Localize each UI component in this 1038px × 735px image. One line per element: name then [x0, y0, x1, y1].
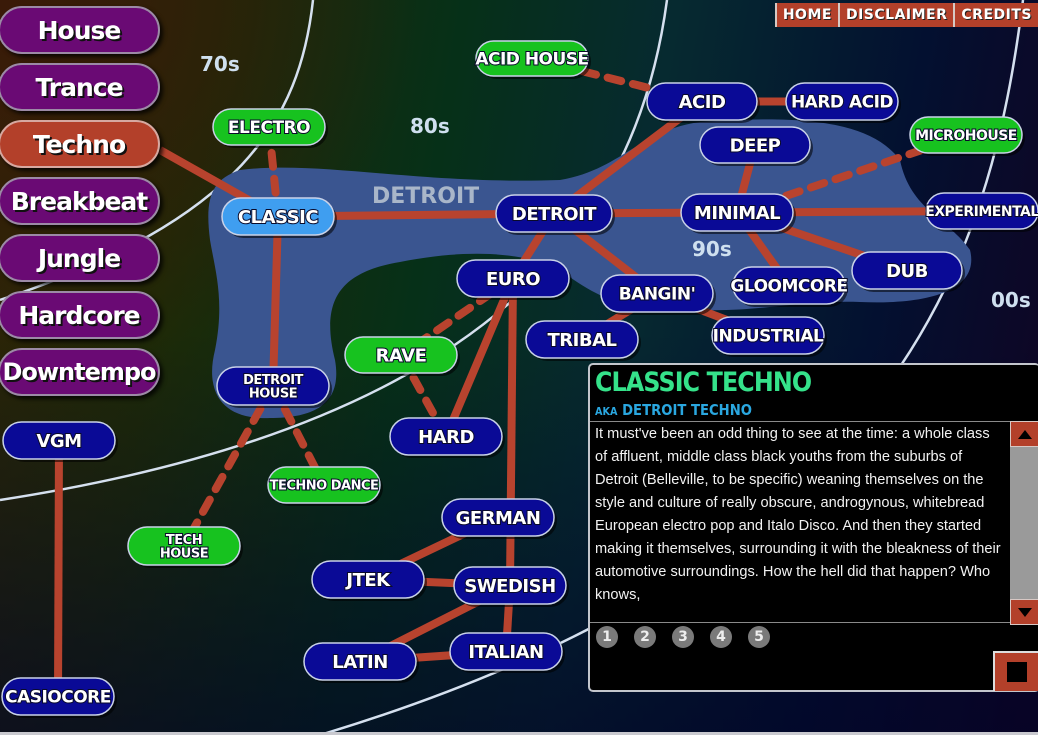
- node-minimal[interactable]: MINIMAL: [680, 193, 796, 234]
- era-label-90s: 90s: [692, 237, 732, 261]
- node-label: LATIN: [332, 652, 388, 673]
- node-label: HOUSE: [249, 387, 297, 402]
- node-deep[interactable]: DEEP: [699, 126, 813, 166]
- node-label: DETROIT: [512, 204, 597, 225]
- arrow-up-icon: [1018, 429, 1032, 439]
- node-label: VGM: [36, 431, 81, 452]
- node-label: CASIOCORE: [5, 688, 111, 708]
- node-label: TRIBAL: [548, 330, 617, 351]
- node-detroit[interactable]: DETROIT: [495, 194, 615, 235]
- info-aka: AKA DETROIT TECHNO: [595, 401, 752, 419]
- node-label: ACID HOUSE: [475, 50, 588, 70]
- node-microhouse[interactable]: MICROHOUSE: [909, 116, 1025, 156]
- scroll-down-button[interactable]: [1010, 599, 1038, 625]
- node-jtek[interactable]: JTEK: [311, 560, 427, 601]
- node-label: BANGIN': [619, 285, 696, 305]
- page-button-2[interactable]: 2: [634, 626, 656, 648]
- node-classic[interactable]: CLASSIC: [221, 197, 337, 238]
- genre-button-downtempo[interactable]: Downtempo: [0, 348, 160, 396]
- genre-button-hardcore[interactable]: Hardcore: [0, 291, 160, 339]
- stop-button[interactable]: [993, 651, 1038, 691]
- node-label: EXPERIMENTAL: [925, 204, 1038, 220]
- info-title: CLASSIC TECHNO: [595, 367, 812, 398]
- top-nav: HOME DISCLAIMER CREDITS: [774, 3, 1038, 27]
- node-gloomcore[interactable]: GLOOMCORE: [729, 266, 849, 307]
- genre-button-trance[interactable]: Trance: [0, 63, 160, 111]
- page-button-4[interactable]: 4: [710, 626, 732, 648]
- node-label: HARD: [418, 427, 474, 448]
- scrollbar[interactable]: [1010, 421, 1038, 625]
- node-acid-house[interactable]: ACID HOUSE: [474, 40, 591, 79]
- info-panel: CLASSIC TECHNO AKA DETROIT TECHNO It mus…: [588, 363, 1038, 692]
- node-label: CLASSIC: [238, 207, 318, 228]
- nav-disclaimer[interactable]: DISCLAIMER: [837, 3, 954, 27]
- aka-name: DETROIT TECHNO: [622, 401, 753, 419]
- page-selector: 1 2 3 4 5: [596, 626, 770, 648]
- node-label: ITALIAN: [468, 642, 543, 663]
- node-euro[interactable]: EURO: [456, 259, 572, 300]
- scroll-up-button[interactable]: [1010, 421, 1038, 447]
- node-italian[interactable]: ITALIAN: [449, 632, 565, 673]
- node-label: ACID: [679, 92, 726, 113]
- node-label: ELECTRO: [228, 118, 310, 138]
- aka-prefix: AKA: [595, 405, 618, 418]
- genre-button-house[interactable]: House: [0, 6, 160, 54]
- page-button-5[interactable]: 5: [748, 626, 770, 648]
- node-label: MICROHOUSE: [915, 128, 1017, 144]
- link-detroit-house-tech-house: [180, 382, 277, 550]
- node-label: GERMAN: [456, 508, 541, 529]
- node-latin[interactable]: LATIN: [303, 642, 419, 683]
- node-electro[interactable]: ELECTRO: [212, 108, 328, 148]
- node-label: MINIMAL: [694, 203, 780, 224]
- arrow-down-icon: [1018, 607, 1032, 617]
- node-label: HARD ACID: [791, 93, 893, 113]
- node-label: RAVE: [376, 345, 427, 366]
- node-vgm[interactable]: VGM: [2, 421, 118, 462]
- link-vgm-casiocore: [54, 440, 63, 697]
- link-classic-detroit-house: [269, 216, 282, 387]
- node-label: INDUSTRIAL: [713, 327, 824, 347]
- node-label: GLOOMCORE: [730, 277, 847, 297]
- info-description: It must've been an odd thing to see at t…: [595, 426, 1001, 603]
- node-rave[interactable]: RAVE: [344, 336, 460, 376]
- node-label: SWEDISH: [464, 576, 555, 597]
- node-label: EURO: [486, 269, 540, 290]
- node-tech-house[interactable]: TECHHOUSE: [127, 526, 243, 568]
- node-dub[interactable]: DUB: [851, 251, 965, 292]
- page-button-1[interactable]: 1: [596, 626, 618, 648]
- node-label: DUB: [886, 261, 928, 282]
- node-label: JTEK: [344, 570, 391, 591]
- node-acid[interactable]: ACID: [646, 82, 760, 123]
- node-detroit-house[interactable]: DETROITHOUSE: [216, 366, 332, 408]
- node-techno-dance[interactable]: TECHNO DANCE: [267, 466, 383, 506]
- node-tribal[interactable]: TRIBAL: [525, 320, 641, 361]
- node-hard[interactable]: HARD: [389, 417, 505, 458]
- genre-button-techno[interactable]: Techno: [0, 120, 160, 168]
- region-label-detroit: DETROIT: [372, 184, 479, 209]
- node-label: DEEP: [730, 135, 781, 156]
- stop-icon: [1007, 662, 1027, 682]
- node-experimental[interactable]: EXPERIMENTAL: [924, 192, 1038, 232]
- info-text-area[interactable]: It must've been an odd thing to see at t…: [590, 421, 1010, 623]
- node-label: TECHNO DANCE: [270, 479, 379, 494]
- node-bangin[interactable]: BANGIN': [600, 274, 716, 315]
- link-euro-swedish: [506, 278, 517, 586]
- genre-button-jungle[interactable]: Jungle: [0, 234, 160, 282]
- node-hard-acid[interactable]: HARD ACID: [785, 82, 901, 123]
- page-button-3[interactable]: 3: [672, 626, 694, 648]
- node-german[interactable]: GERMAN: [441, 498, 557, 539]
- node-industrial[interactable]: INDUSTRIAL: [711, 316, 827, 357]
- era-label-00s: 00s: [991, 288, 1031, 312]
- era-label-80s: 80s: [410, 114, 450, 138]
- nav-home[interactable]: HOME: [774, 3, 838, 27]
- node-casiocore[interactable]: CASIOCORE: [1, 677, 117, 718]
- genre-button-breakbeat[interactable]: Breakbeat: [0, 177, 160, 225]
- era-label-70s: 70s: [200, 52, 240, 76]
- node-label: HOUSE: [160, 547, 208, 562]
- nav-credits[interactable]: CREDITS: [953, 3, 1038, 27]
- node-swedish[interactable]: SWEDISH: [453, 566, 569, 607]
